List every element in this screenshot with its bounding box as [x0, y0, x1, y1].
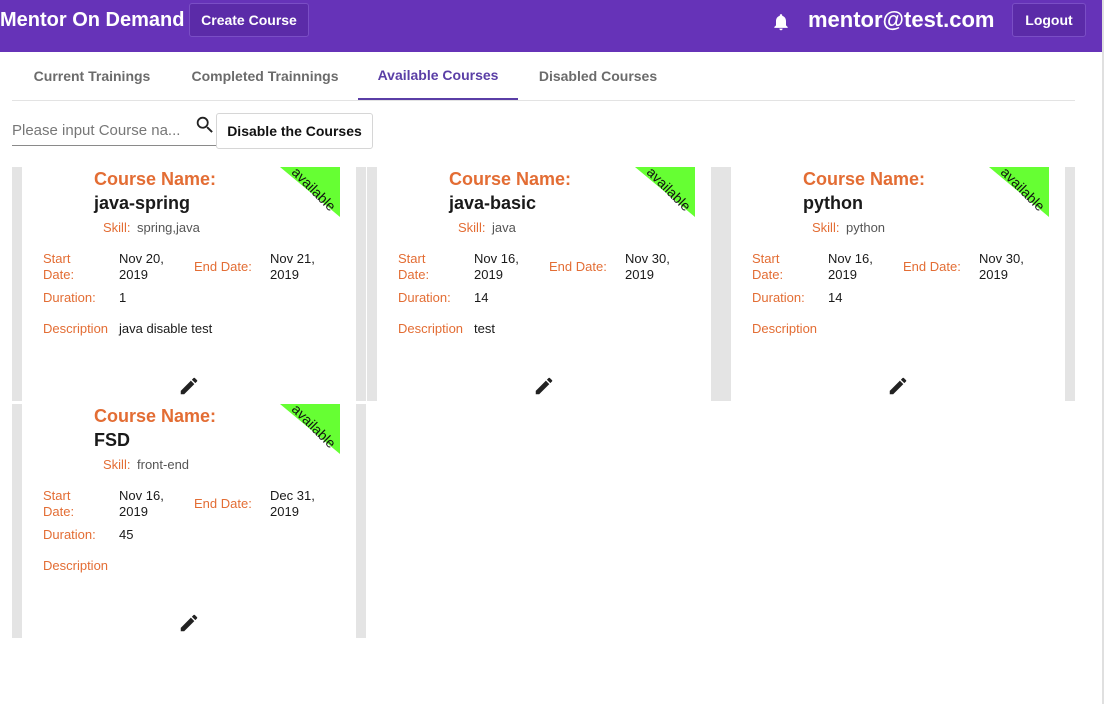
edit-icon[interactable] — [178, 375, 200, 397]
app-brand: Mentor On Demand — [0, 9, 185, 31]
create-course-button[interactable]: Create Course — [189, 3, 309, 37]
duration-label: Duration: — [398, 290, 451, 305]
duration-value: 1 — [119, 290, 127, 305]
end-date-value: Nov 30, 2019 — [979, 251, 1024, 282]
course-name: java-basic — [449, 193, 537, 213]
description-label: Description — [43, 321, 109, 336]
skill-label: Skill: — [812, 220, 840, 235]
start-date-label: Start Date: — [398, 251, 430, 282]
description-label: Description — [43, 558, 109, 573]
course-tabs: Current Trainings Completed Trainnings A… — [12, 52, 1075, 101]
edit-icon[interactable] — [178, 612, 200, 634]
end-date-value: Dec 31, 2019 — [270, 488, 315, 519]
skill-value: front-end — [137, 457, 190, 472]
course-card: available Course Name: python Skill: pyt… — [721, 167, 1075, 401]
course-name-label: Course Name: — [449, 169, 572, 189]
course-name: python — [803, 193, 863, 213]
tab-completed-trainings[interactable]: Completed Trainnings — [172, 52, 358, 100]
duration-value: 14 — [828, 290, 843, 305]
course-name-label: Course Name: — [94, 406, 217, 426]
start-date-label: Start Date: — [43, 488, 75, 519]
tab-disabled-courses[interactable]: Disabled Courses — [518, 52, 678, 100]
start-date-value: Nov 16, 2019 — [828, 251, 873, 282]
start-date-label: Start Date: — [43, 251, 75, 282]
course-search-input[interactable] — [12, 118, 190, 142]
skill-label: Skill: — [103, 220, 131, 235]
course-card: available Course Name: FSD Skill: front-… — [12, 404, 366, 638]
course-search — [12, 114, 216, 146]
tab-current-trainings[interactable]: Current Trainings — [12, 52, 172, 100]
end-date-label: End Date: — [194, 259, 252, 274]
skill-value: spring,java — [137, 220, 200, 235]
duration-label: Duration: — [43, 527, 96, 542]
description-label: Description — [398, 321, 464, 336]
tab-available-courses[interactable]: Available Courses — [358, 52, 518, 100]
top-app-bar: Mentor On Demand Create Course mentor@te… — [0, 0, 1102, 52]
logout-button[interactable]: Logout — [1012, 3, 1086, 37]
start-date-value: Nov 16, 2019 — [474, 251, 519, 282]
edit-icon[interactable] — [887, 375, 909, 397]
disable-courses-button[interactable]: Disable the Courses — [216, 113, 373, 149]
edit-icon[interactable] — [533, 375, 555, 397]
end-date-label: End Date: — [903, 259, 961, 274]
course-card: available Course Name: java-basic Skill:… — [367, 167, 721, 401]
start-date-value: Nov 20, 2019 — [119, 251, 164, 282]
end-date-value: Nov 30, 2019 — [625, 251, 670, 282]
skill-value: python — [846, 220, 886, 235]
course-name: java-spring — [94, 193, 191, 213]
duration-value: 14 — [474, 290, 489, 305]
duration-label: Duration: — [43, 290, 96, 305]
description-value: java disable test — [119, 321, 213, 336]
duration-value: 45 — [119, 527, 134, 542]
start-date-label: Start Date: — [752, 251, 784, 282]
end-date-label: End Date: — [549, 259, 607, 274]
end-date-value: Nov 21, 2019 — [270, 251, 315, 282]
search-icon[interactable] — [194, 114, 216, 136]
bell-icon[interactable] — [771, 11, 791, 33]
description-value: test — [474, 321, 495, 336]
description-label: Description — [752, 321, 818, 336]
course-card: available Course Name: java-spring Skill… — [12, 167, 366, 401]
end-date-label: End Date: — [194, 496, 252, 511]
skill-label: Skill: — [103, 457, 131, 472]
duration-label: Duration: — [752, 290, 805, 305]
user-email: mentor@test.com — [808, 7, 995, 32]
course-name-label: Course Name: — [94, 169, 217, 189]
skill-value: java — [492, 220, 516, 235]
skill-label: Skill: — [458, 220, 486, 235]
course-name-label: Course Name: — [803, 169, 926, 189]
start-date-value: Nov 16, 2019 — [119, 488, 164, 519]
course-name: FSD — [94, 430, 130, 450]
